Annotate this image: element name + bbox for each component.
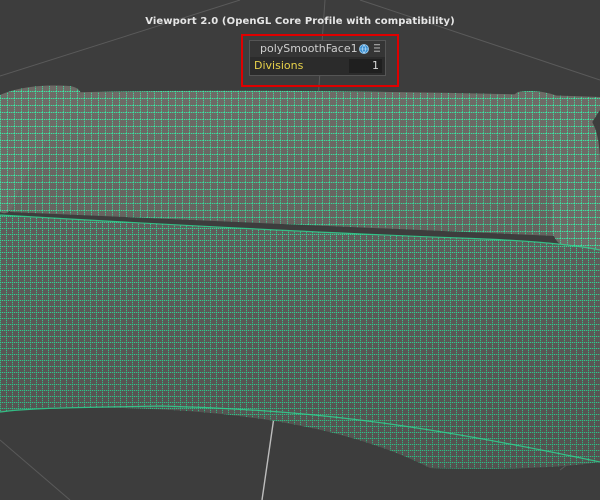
annotation-highlight-box [241,34,399,87]
3d-viewport[interactable]: Viewport 2.0 (OpenGL Core Profile with c… [0,0,600,500]
viewport-renderer-label: Viewport 2.0 (OpenGL Core Profile with c… [145,16,455,27]
